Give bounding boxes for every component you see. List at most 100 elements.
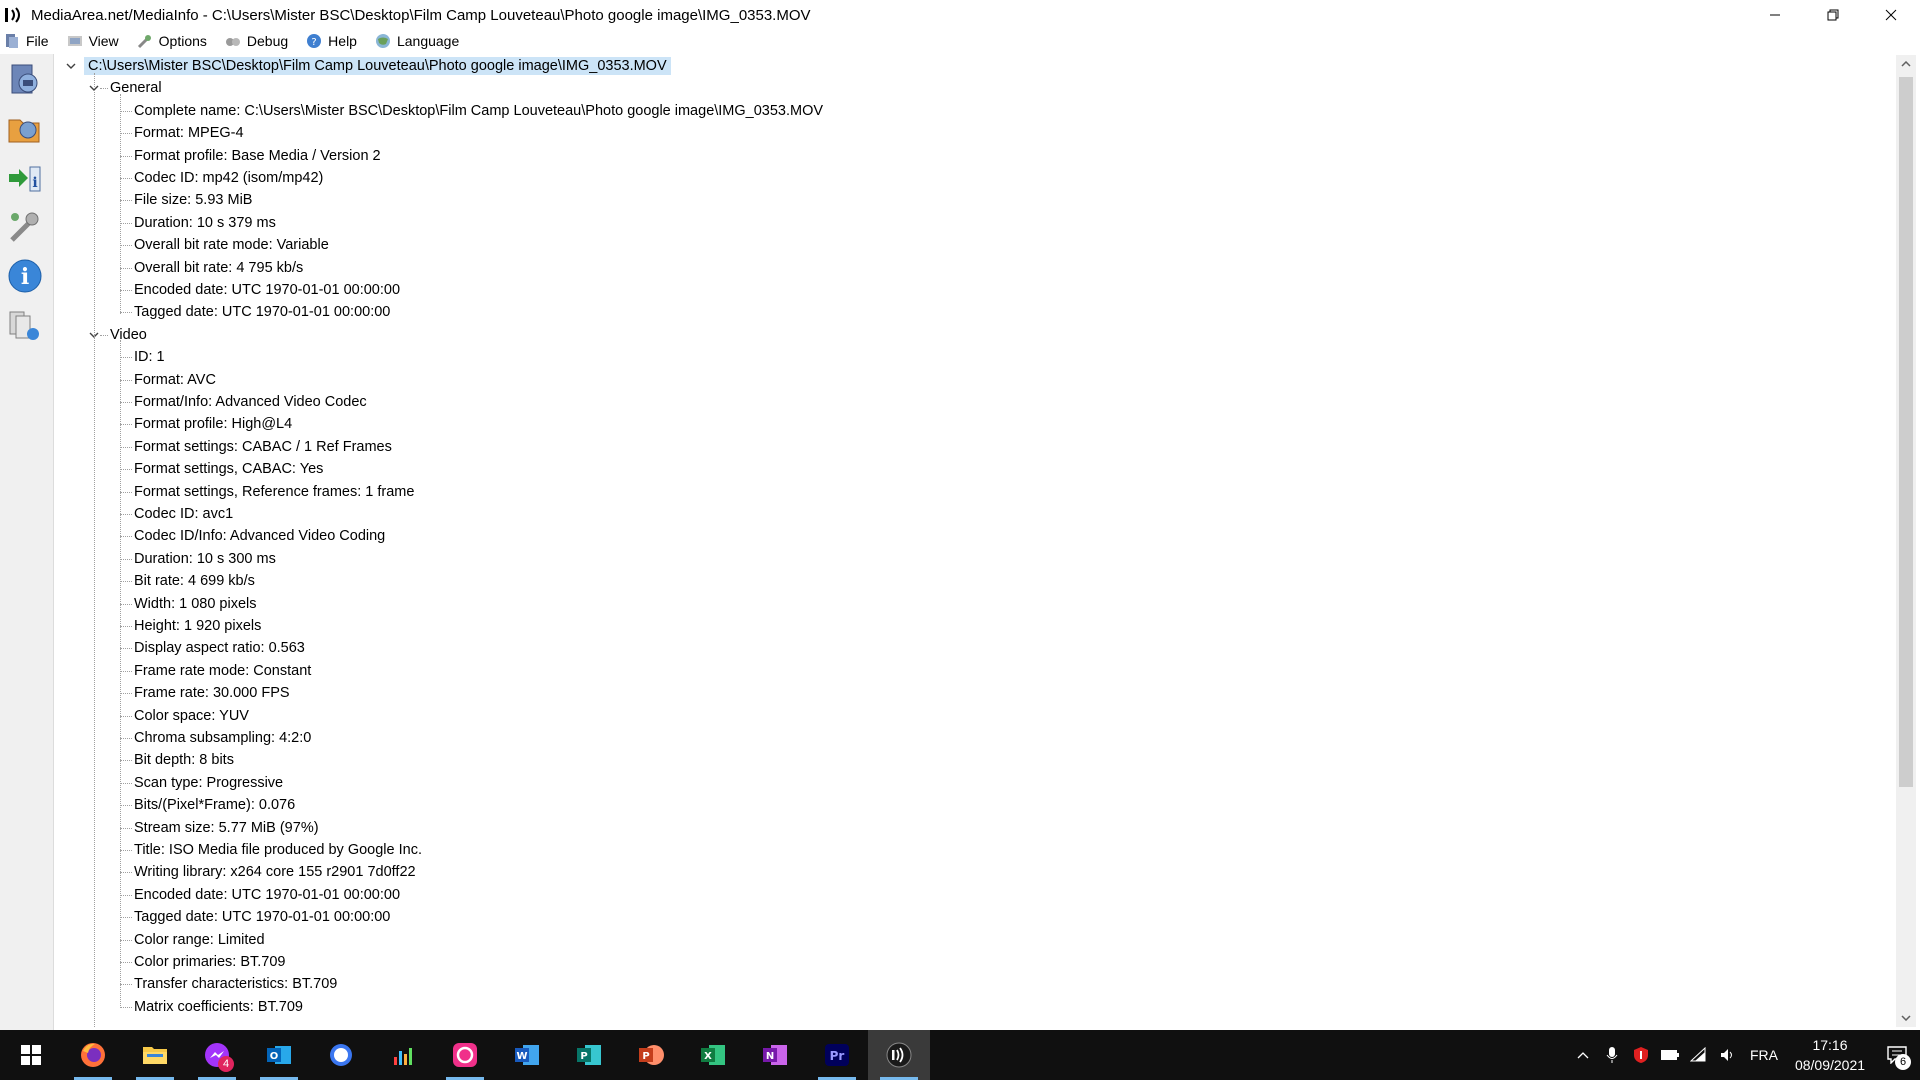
microphone-tray-button[interactable] xyxy=(1597,1030,1626,1080)
export-button[interactable]: i xyxy=(3,156,47,200)
tree-item[interactable]: Format: MPEG-4 xyxy=(134,122,244,144)
tree-root-file[interactable]: C:\Users\Mister BSC\Desktop\Film Camp Lo… xyxy=(84,55,671,77)
about-button[interactable]: i xyxy=(3,254,47,298)
menu-debug[interactable]: Debug xyxy=(221,33,288,49)
tree-item[interactable]: Overall bit rate mode: Variable xyxy=(134,234,329,256)
tree-item[interactable]: Transfer characteristics: BT.709 xyxy=(134,973,337,995)
volume-tray-button[interactable] xyxy=(1713,1030,1742,1080)
tree-item[interactable]: Format settings: CABAC / 1 Ref Frames xyxy=(134,436,392,458)
taskbar-file-explorer[interactable] xyxy=(124,1030,186,1080)
tree-item[interactable]: Color primaries: BT.709 xyxy=(134,951,286,973)
tree-item[interactable]: File size: 5.93 MiB xyxy=(134,189,252,211)
restore-button[interactable] xyxy=(1804,0,1862,30)
tree-section-general[interactable]: General xyxy=(110,77,162,99)
tree-item[interactable]: Duration: 10 s 300 ms xyxy=(134,548,276,570)
tree-item[interactable]: Codec ID/Info: Advanced Video Coding xyxy=(134,525,385,547)
scrollbar-thumb[interactable] xyxy=(1899,77,1913,787)
preferences-button[interactable] xyxy=(3,205,47,249)
taskbar-firefox[interactable] xyxy=(62,1030,124,1080)
tree-item[interactable]: Height: 1 920 pixels xyxy=(134,615,261,637)
tree-item[interactable]: Bit rate: 4 699 kb/s xyxy=(134,570,255,592)
tree-item[interactable]: Scan type: Progressive xyxy=(134,772,283,794)
tree-item-text: ID: 1 xyxy=(134,349,165,366)
tree-item[interactable]: Encoded date: UTC 1970-01-01 00:00:00 xyxy=(134,279,400,301)
taskbar-publisher[interactable]: P xyxy=(558,1030,620,1080)
tree-connector xyxy=(120,402,132,403)
taskbar-messenger[interactable]: 4 xyxy=(186,1030,248,1080)
tree-item[interactable]: Title: ISO Media file produced by Google… xyxy=(134,839,422,861)
close-button[interactable] xyxy=(1862,0,1920,30)
tree-section-video[interactable]: Video xyxy=(110,324,147,346)
tree-item[interactable]: Format: AVC xyxy=(134,369,216,391)
taskbar-onenote[interactable]: N xyxy=(744,1030,806,1080)
tree-item[interactable]: Format profile: Base Media / Version 2 xyxy=(134,145,381,167)
taskbar-mediainfo[interactable] xyxy=(868,1030,930,1080)
tree-item[interactable]: Color space: YUV xyxy=(134,705,249,727)
open-folder-button[interactable] xyxy=(3,107,47,151)
battery-tray-button[interactable] xyxy=(1655,1030,1684,1080)
taskbar-photo-app[interactable] xyxy=(434,1030,496,1080)
tree-item[interactable]: Writing library: x264 core 155 r2901 7d0… xyxy=(134,861,416,883)
tree-item[interactable]: Frame rate: 30.000 FPS xyxy=(134,682,290,704)
clock[interactable]: 17:16 08/09/2021 xyxy=(1786,1035,1874,1075)
scroll-down-button[interactable] xyxy=(1896,1009,1916,1027)
tree-item[interactable]: Display aspect ratio: 0.563 xyxy=(134,637,305,659)
show-hidden-icons-button[interactable] xyxy=(1568,1030,1597,1080)
open-file-button[interactable] xyxy=(3,58,47,102)
taskbar-powerpoint[interactable]: P xyxy=(620,1030,682,1080)
taskbar-excel[interactable]: X xyxy=(682,1030,744,1080)
tree-item[interactable]: Format profile: High@L4 xyxy=(134,413,292,435)
taskbar-signal[interactable] xyxy=(310,1030,372,1080)
scroll-up-button[interactable] xyxy=(1896,55,1916,73)
tree-item[interactable]: Tagged date: UTC 1970-01-01 00:00:00 xyxy=(134,906,390,928)
tree-item[interactable]: Color range: Limited xyxy=(134,929,265,951)
tree-item[interactable]: Format settings, Reference frames: 1 fra… xyxy=(134,481,414,503)
tree-item-text: Overall bit rate mode: Variable xyxy=(134,237,329,254)
options-menu-icon xyxy=(137,34,151,48)
tree-item[interactable]: Frame rate mode: Constant xyxy=(134,660,311,682)
tree-item[interactable]: Tagged date: UTC 1970-01-01 00:00:00 xyxy=(134,301,390,323)
tree-item[interactable]: Format/Info: Advanced Video Codec xyxy=(134,391,367,413)
info-tree-view[interactable]: C:\Users\Mister BSC\Desktop\Film Camp Lo… xyxy=(56,55,1894,1027)
tree-item[interactable]: Bit depth: 8 bits xyxy=(134,749,234,771)
minimize-button[interactable] xyxy=(1746,0,1804,30)
vertical-scrollbar[interactable] xyxy=(1896,55,1916,1027)
tree-connector xyxy=(120,93,121,314)
window-title: MediaArea.net/MediaInfo - C:\Users\Miste… xyxy=(31,6,811,24)
tree-item[interactable]: Stream size: 5.77 MiB (97%) xyxy=(134,817,319,839)
tree-item[interactable]: Width: 1 080 pixels xyxy=(134,593,257,615)
knowledge-base-button[interactable] xyxy=(3,303,47,347)
tree-item[interactable]: Chroma subsampling: 4:2:0 xyxy=(134,727,311,749)
tree-item-text: Complete name: C:\Users\Mister BSC\Deskt… xyxy=(134,102,824,119)
tree-item[interactable]: Overall bit rate: 4 795 kb/s xyxy=(134,257,303,279)
menu-help[interactable]: ? Help xyxy=(302,33,357,49)
file-explorer-icon xyxy=(143,1047,167,1064)
menu-options[interactable]: Options xyxy=(133,33,207,49)
taskbar-equalizer[interactable] xyxy=(372,1030,434,1080)
tree-item[interactable]: Format settings, CABAC: Yes xyxy=(134,458,323,480)
tree-item[interactable]: Codec ID: mp42 (isom/mp42) xyxy=(134,167,323,189)
action-center-button[interactable]: 6 xyxy=(1874,1030,1920,1080)
network-tray-button[interactable] xyxy=(1684,1030,1713,1080)
tree-item[interactable]: Matrix coefficients: BT.709 xyxy=(134,996,303,1018)
tree-item[interactable]: ID: 1 xyxy=(134,346,165,368)
antivirus-tray-button[interactable] xyxy=(1626,1030,1655,1080)
tree-item[interactable]: Complete name: C:\Users\Mister BSC\Deskt… xyxy=(134,100,823,122)
taskbar-word[interactable]: W xyxy=(496,1030,558,1080)
tree-item[interactable]: Encoded date: UTC 1970-01-01 00:00:00 xyxy=(134,884,400,906)
menu-language[interactable]: Language xyxy=(371,33,459,49)
menu-view[interactable]: View xyxy=(63,33,119,49)
taskbar-premiere-pro[interactable]: Pr xyxy=(806,1030,868,1080)
root-expander[interactable] xyxy=(64,59,78,73)
input-language-button[interactable]: FRA xyxy=(1742,1030,1786,1080)
tree-item-text: File size: 5.93 MiB xyxy=(134,192,253,209)
start-button[interactable] xyxy=(0,1030,62,1080)
tree-item[interactable]: Codec ID: avc1 xyxy=(134,503,233,525)
taskbar-outlook[interactable]: O xyxy=(248,1030,310,1080)
menu-file[interactable]: File xyxy=(0,33,49,49)
system-tray: FRA 17:16 08/09/2021 6 xyxy=(1568,1030,1920,1080)
tree-item[interactable]: Bits/(Pixel*Frame): 0.076 xyxy=(134,794,295,816)
tree-connector xyxy=(120,894,132,896)
title-bar[interactable]: MediaArea.net/MediaInfo - C:\Users\Miste… xyxy=(0,0,1920,30)
tree-item[interactable]: Duration: 10 s 379 ms xyxy=(134,212,276,234)
